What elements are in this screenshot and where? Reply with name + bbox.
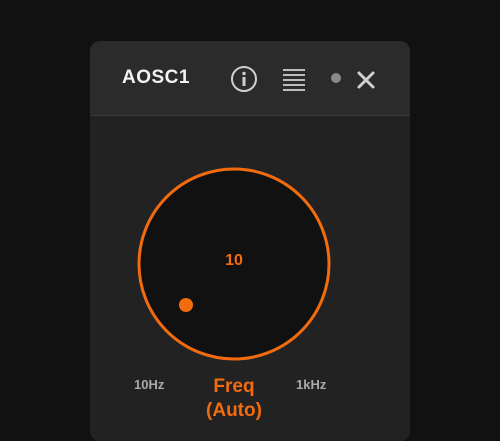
plugin-title: AOSC1 [122, 67, 190, 88]
plugin-panel: AOSC1 10 10Hz Freq (Auto) 1kHz [90, 41, 410, 441]
frequency-knob[interactable]: 10 [136, 166, 332, 362]
parameter-label: Freq (Auto) [190, 375, 278, 423]
info-button[interactable] [230, 65, 258, 93]
menu-button[interactable] [282, 67, 306, 91]
parameter-mode: (Auto) [206, 400, 262, 421]
info-icon [231, 66, 257, 92]
close-button[interactable] [356, 70, 376, 90]
parameter-name: Freq [213, 376, 255, 397]
knob-max-label: 1kHz [296, 377, 327, 392]
knob-indicator-dot [179, 298, 193, 312]
status-indicator [331, 73, 341, 83]
plugin-header: AOSC1 [90, 41, 410, 116]
knob-min-label: 10Hz [134, 377, 165, 392]
close-icon [357, 71, 375, 89]
menu-icon [283, 69, 305, 91]
knob-value: 10 [225, 252, 243, 269]
